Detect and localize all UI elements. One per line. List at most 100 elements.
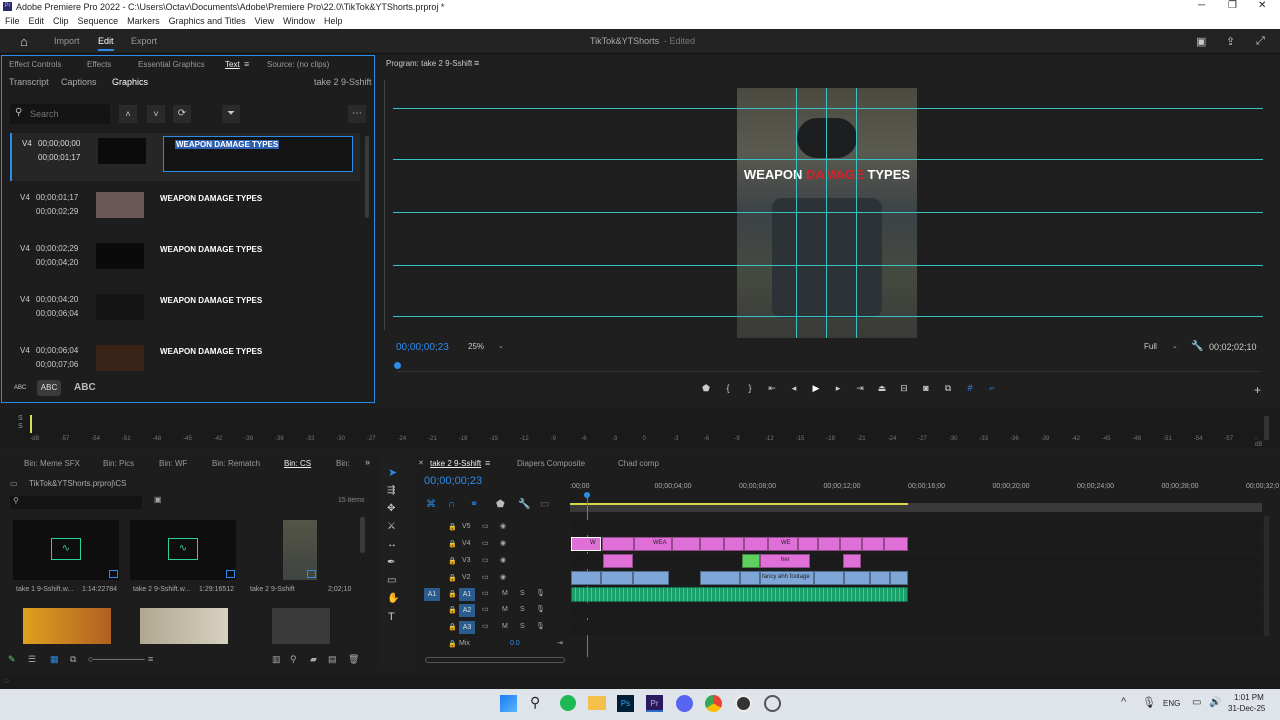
- zoom-slider[interactable]: ○────────: [88, 654, 144, 664]
- track-name[interactable]: A1: [459, 588, 475, 601]
- go-to-out-icon[interactable]: ⇥: [854, 383, 866, 397]
- microphone-icon[interactable]: 🎙: [536, 605, 545, 613]
- menu-file[interactable]: File: [5, 16, 20, 26]
- timeline-clip[interactable]: [744, 537, 768, 551]
- timeline-close-icon[interactable]: ✕: [418, 459, 424, 467]
- search-input[interactable]: [30, 107, 105, 120]
- snap-icon[interactable]: ∩: [448, 499, 455, 510]
- share-icon[interactable]: ⇪: [1226, 35, 1235, 48]
- type-tool-icon[interactable]: T: [388, 611, 395, 623]
- menu-help[interactable]: Help: [324, 16, 343, 26]
- timeline-clip[interactable]: [844, 571, 870, 585]
- project-item-thumb[interactable]: [272, 608, 330, 644]
- zoom-select[interactable]: 25%: [468, 342, 484, 351]
- bin-tab-more[interactable]: Bin:: [336, 459, 350, 468]
- step-forward-icon[interactable]: ▸: [832, 383, 844, 397]
- more-options-icon[interactable]: ⋯: [348, 105, 366, 123]
- timeline-clip[interactable]: [740, 571, 760, 585]
- find-icon[interactable]: ⚲: [290, 654, 297, 665]
- case-small-button[interactable]: ABC: [14, 385, 26, 391]
- track-lane-v2[interactable]: [570, 571, 1262, 586]
- timeline-clip[interactable]: [884, 537, 908, 551]
- horizontal-guide[interactable]: [393, 265, 1263, 266]
- project-item-thumb[interactable]: [283, 520, 317, 580]
- sequence-tab[interactable]: Diapers Composite: [517, 459, 585, 468]
- timeline-clip[interactable]: [840, 537, 862, 551]
- lock-icon[interactable]: 🔒: [448, 523, 457, 531]
- timeline-clip[interactable]: [700, 537, 724, 551]
- guides-icon[interactable]: #: [964, 383, 976, 397]
- film-icon[interactable]: ▭: [482, 556, 489, 564]
- mix-value[interactable]: 0.0: [510, 640, 520, 647]
- film-icon[interactable]: ▭: [482, 573, 489, 581]
- menu-window[interactable]: Window: [283, 16, 315, 26]
- freeform-view-icon[interactable]: ⧉: [70, 654, 76, 665]
- start-icon[interactable]: [500, 695, 517, 712]
- sequence-tab[interactable]: Chad comp: [618, 459, 659, 468]
- tab-import[interactable]: Import: [54, 36, 80, 46]
- menu-graphics-titles[interactable]: Graphics and Titles: [169, 16, 246, 26]
- timeline-clip[interactable]: [603, 554, 633, 568]
- new-bin-icon[interactable]: ▣: [154, 495, 162, 504]
- sequence-menu-icon[interactable]: ≡: [485, 458, 490, 468]
- caption-row[interactable]: V4 00;00;00;00 00;00;01;17 WEAPON DAMAGE…: [10, 133, 360, 181]
- timeline-clip[interactable]: [818, 537, 840, 551]
- menu-clip[interactable]: Clip: [53, 16, 69, 26]
- tab-source[interactable]: Source: (no clips): [267, 60, 347, 69]
- solo-button[interactable]: S: [520, 590, 525, 597]
- mark-out-icon[interactable]: }: [744, 383, 756, 397]
- workspace-icon[interactable]: ▣: [1196, 35, 1206, 48]
- quality-select[interactable]: Full: [1144, 342, 1157, 351]
- caption-text[interactable]: WEAPON DAMAGE TYPES: [160, 194, 262, 203]
- filter-icon[interactable]: ⏷: [222, 105, 240, 123]
- step-back-icon[interactable]: ◂: [788, 383, 800, 397]
- icon-view-icon[interactable]: ▦: [50, 654, 59, 665]
- lock-icon[interactable]: 🔒: [448, 640, 457, 648]
- timeline-audio-clip[interactable]: [571, 587, 908, 602]
- film-icon[interactable]: ▭: [482, 539, 489, 547]
- microphone-icon[interactable]: 🎙: [536, 589, 545, 597]
- pencil-icon[interactable]: ✎: [8, 654, 16, 665]
- program-scrub-bar[interactable]: [394, 360, 1260, 372]
- track-name[interactable]: A2: [459, 604, 475, 617]
- vertical-guide[interactable]: [826, 88, 827, 338]
- lift-icon[interactable]: ⏏: [876, 383, 888, 397]
- menu-view[interactable]: View: [255, 16, 274, 26]
- bin-tab-wf[interactable]: Bin: WF: [159, 459, 212, 468]
- mark-in-icon[interactable]: {: [722, 383, 734, 397]
- chrome-icon[interactable]: [705, 695, 722, 712]
- project-scrollbar[interactable]: [360, 517, 365, 553]
- camera-icon[interactable]: ◙: [920, 383, 932, 397]
- solo-right[interactable]: S: [18, 423, 23, 430]
- volume-icon[interactable]: 🔊: [1209, 697, 1221, 708]
- timeline-timecode[interactable]: 00;00;00;23: [424, 475, 482, 487]
- track-lane-a2[interactable]: [570, 603, 1262, 618]
- caption-row[interactable]: V4 00;00;06;04 00;00;07;06 WEAPON DAMAGE…: [10, 340, 360, 385]
- tab-essential-graphics[interactable]: Essential Graphics: [138, 60, 225, 69]
- lock-icon[interactable]: 🔒: [448, 574, 457, 582]
- hand-tool-icon[interactable]: ✋: [387, 593, 399, 604]
- tray-chevron-icon[interactable]: ^: [1121, 696, 1126, 708]
- lock-icon[interactable]: 🔒: [448, 540, 457, 548]
- home-icon[interactable]: ⌂: [20, 34, 28, 49]
- film-icon[interactable]: ▭: [482, 605, 489, 613]
- clock-app-icon[interactable]: [735, 695, 752, 712]
- linked-selection-icon[interactable]: ⚭: [470, 499, 478, 510]
- network-icon[interactable]: ▭: [1192, 697, 1201, 708]
- extract-icon[interactable]: ⊟: [898, 383, 910, 397]
- maximize-icon[interactable]: ❐: [1228, 0, 1237, 11]
- solo-button[interactable]: S: [520, 606, 525, 613]
- project-item-thumb[interactable]: ∿: [130, 520, 236, 580]
- mute-button[interactable]: M: [502, 606, 508, 613]
- rectangle-tool-icon[interactable]: ▭: [387, 575, 396, 586]
- vertical-guide[interactable]: [796, 88, 797, 338]
- timeline-clip[interactable]: [798, 537, 818, 551]
- caption-search-field[interactable]: ⚲: [10, 104, 110, 124]
- panel-menu-icon[interactable]: ≡: [244, 59, 249, 69]
- timeline-clip[interactable]: W: [571, 537, 601, 551]
- caption-text-editor[interactable]: WEAPON DAMAGE TYPES: [163, 136, 353, 172]
- trash-icon[interactable]: 🗑: [348, 654, 359, 665]
- source-patch-a1[interactable]: A1: [424, 588, 440, 601]
- caption-text[interactable]: WEAPON DAMAGE TYPES: [160, 245, 262, 254]
- bin-tab-pics[interactable]: Bin: Pics: [103, 459, 159, 468]
